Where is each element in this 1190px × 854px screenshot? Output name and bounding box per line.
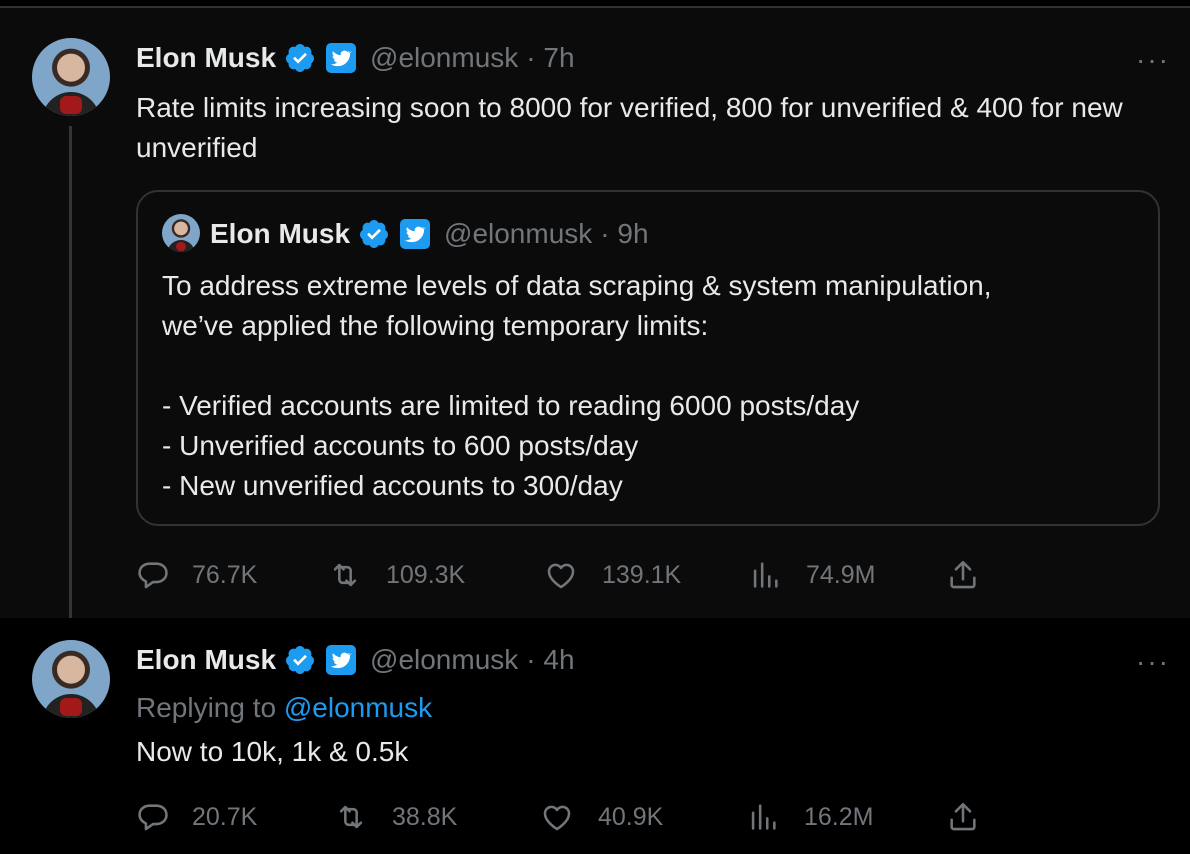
replying-to-mention[interactable]: @elonmusk bbox=[284, 692, 432, 723]
quote-author-name: Elon Musk bbox=[210, 218, 351, 249]
avatar[interactable] bbox=[32, 38, 110, 116]
repost-count: 38.8K bbox=[392, 802, 458, 831]
tweet-main[interactable]: Elon Musk @elonmusk · 7h ··· Rate limits… bbox=[0, 8, 1190, 638]
share-icon bbox=[950, 560, 976, 589]
like-count: 40.9K bbox=[598, 802, 664, 831]
author-name[interactable]: Elon Musk bbox=[136, 644, 276, 676]
like-count: 139.1K bbox=[602, 560, 682, 589]
like-icon bbox=[547, 563, 575, 589]
verified-badge-icon bbox=[286, 44, 315, 72]
more-icon[interactable]: ··· bbox=[1136, 44, 1170, 76]
quote-line: - Verified accounts are limited to readi… bbox=[162, 390, 860, 421]
reply-icon bbox=[138, 804, 168, 831]
reply-button[interactable]: 20.7K bbox=[136, 800, 257, 834]
like-icon bbox=[543, 805, 571, 831]
repost-icon bbox=[333, 563, 357, 587]
quote-line: To address extreme levels of data scrapi… bbox=[162, 270, 992, 301]
quote-line: - Unverified accounts to 600 posts/day bbox=[162, 430, 639, 461]
quote-line: we’ve applied the following temporary li… bbox=[162, 310, 709, 341]
timestamp[interactable]: · 7h bbox=[526, 42, 574, 74]
more-icon[interactable]: ··· bbox=[1136, 646, 1170, 678]
avatar[interactable] bbox=[32, 640, 110, 718]
author-handle[interactable]: @elonmusk bbox=[370, 42, 518, 74]
views-icon bbox=[751, 804, 776, 830]
views-count: 16.2M bbox=[804, 802, 874, 831]
repost-count: 109.3K bbox=[386, 560, 466, 589]
twitter-bird-icon bbox=[326, 43, 357, 73]
verified-badge-icon bbox=[360, 220, 389, 248]
repost-button[interactable]: 38.8K bbox=[334, 800, 457, 834]
tweet-header: Elon Musk @elonmusk · 7h bbox=[136, 42, 575, 74]
thread-connector bbox=[69, 126, 72, 638]
share-button[interactable] bbox=[946, 558, 980, 592]
like-button[interactable]: 139.1K bbox=[544, 558, 681, 592]
tweet-reply[interactable]: Elon Musk @elonmusk · 4h ··· Replying to… bbox=[0, 618, 1190, 854]
quote-text: To address extreme levels of data scrapi… bbox=[162, 266, 1142, 506]
repost-icon bbox=[339, 805, 363, 829]
reply-button[interactable]: 76.7K bbox=[136, 558, 257, 592]
views-icon bbox=[753, 562, 778, 588]
quote-author-handle: @elonmusk bbox=[444, 218, 593, 249]
top-divider bbox=[0, 0, 1190, 8]
verified-badge-icon bbox=[286, 646, 315, 674]
twitter-bird-icon bbox=[326, 645, 357, 675]
share-icon bbox=[950, 802, 976, 831]
quote-avatar bbox=[162, 214, 200, 252]
reply-count: 76.7K bbox=[192, 560, 258, 589]
timestamp[interactable]: · 4h bbox=[526, 644, 574, 676]
views-button[interactable]: 74.9M bbox=[748, 558, 875, 592]
twitter-bird-icon bbox=[400, 219, 431, 249]
author-name[interactable]: Elon Musk bbox=[136, 42, 276, 74]
tweet-text: Now to 10k, 1k & 0.5k bbox=[136, 736, 409, 767]
views-button[interactable]: 16.2M bbox=[746, 800, 873, 834]
like-button[interactable]: 40.9K bbox=[540, 800, 663, 834]
reply-count: 20.7K bbox=[192, 802, 258, 831]
replying-to-label: Replying to bbox=[136, 692, 277, 723]
quote-line-blank bbox=[162, 346, 1142, 386]
share-button[interactable] bbox=[946, 800, 980, 834]
tweet-text: Rate limits increasing soon to 8000 for … bbox=[136, 92, 1123, 163]
repost-button[interactable]: 109.3K bbox=[328, 558, 465, 592]
views-count: 74.9M bbox=[806, 560, 876, 589]
quote-header: Elon Musk @elonmusk · 9h bbox=[210, 218, 649, 250]
quoted-tweet[interactable]: Elon Musk @elonmusk · 9h To address extr… bbox=[136, 190, 1160, 526]
replying-to: Replying to @elonmusk bbox=[136, 692, 432, 724]
reply-icon bbox=[138, 562, 168, 589]
quote-line: - New unverified accounts to 300/day bbox=[162, 470, 623, 501]
tweet-header: Elon Musk @elonmusk · 4h bbox=[136, 644, 575, 676]
quote-timestamp: · 9h bbox=[600, 218, 649, 249]
author-handle[interactable]: @elonmusk bbox=[370, 644, 518, 676]
tweet-actions: 20.7K 38.8K 40.9K 16.2M bbox=[136, 800, 1136, 836]
tweet-actions: 76.7K 109.3K 139.1K 74.9M bbox=[136, 558, 1136, 594]
